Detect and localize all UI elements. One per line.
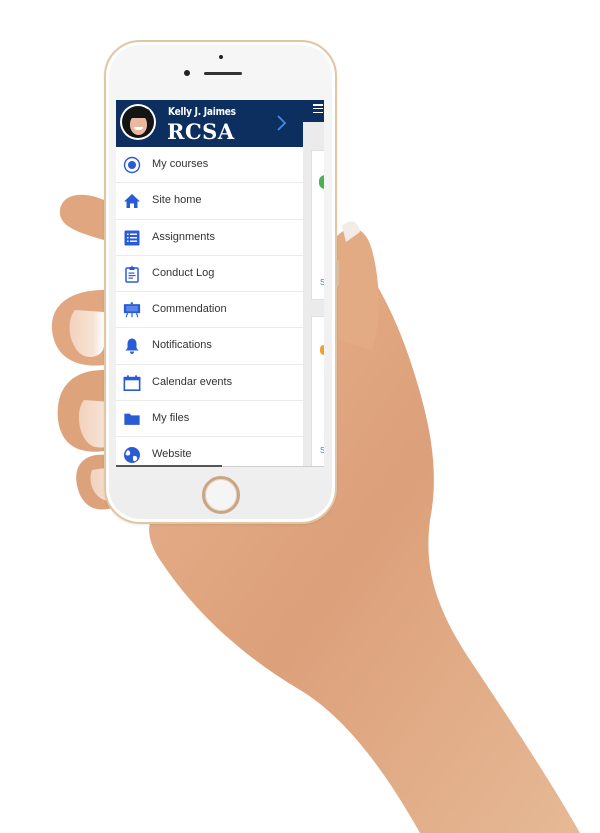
course-card-link[interactable]: S <box>320 446 324 455</box>
menu-item-label: My courses <box>152 158 209 170</box>
org-name: RCSA <box>167 119 235 144</box>
course-card-accent <box>319 175 324 189</box>
menu-item-label: Notifications <box>152 339 212 352</box>
navigation-drawer: Kelly J. Jaimes RCSA My courses Site hom… <box>116 100 303 467</box>
menu-item-commendation[interactable]: Commendation <box>116 292 303 329</box>
home-icon <box>123 192 141 210</box>
radio-target-icon <box>123 156 141 174</box>
folder-icon <box>123 410 141 428</box>
easel-icon <box>123 301 141 319</box>
menu-item-calendar-events[interactable]: Calendar events <box>116 364 303 402</box>
menu-item-label: Website <box>152 448 192 461</box>
background-course-card[interactable] <box>311 316 324 467</box>
course-card-link[interactable]: S <box>320 278 324 287</box>
calendar-icon <box>123 374 141 392</box>
list-icon <box>123 229 141 247</box>
menu-item-label: Commendation <box>152 303 227 316</box>
menu-item-my-files[interactable]: My files <box>116 401 303 438</box>
drawer-header[interactable]: Kelly J. Jaimes RCSA <box>116 100 303 147</box>
course-card-accent <box>320 345 324 355</box>
app-screen: S S Kelly J. Jaimes RCSA My courses Site… <box>116 100 324 467</box>
menu-item-site-home[interactable]: Site home <box>116 183 303 220</box>
front-camera <box>184 70 190 76</box>
side-button[interactable] <box>336 260 339 286</box>
clipboard-icon <box>123 265 141 283</box>
earpiece-speaker <box>204 72 242 75</box>
menu-item-label: Calendar events <box>152 375 233 388</box>
bell-icon <box>123 337 141 355</box>
menu-item-label: My files <box>152 412 190 425</box>
menu-item-website[interactable]: Website <box>116 437 303 467</box>
globe-icon <box>123 446 141 464</box>
user-name: Kelly J. Jaimes <box>168 106 236 118</box>
menu-item-label: Site home <box>152 194 202 207</box>
avatar[interactable] <box>120 104 156 140</box>
hamburger-icon[interactable] <box>313 104 323 114</box>
menu-item-notifications[interactable]: Notifications <box>116 328 303 365</box>
menu-item-conduct-log[interactable]: Conduct Log <box>116 255 303 293</box>
drawer-scroll-indicator[interactable] <box>116 465 222 467</box>
chevron-right-icon[interactable] <box>274 114 288 132</box>
proximity-sensor <box>219 55 223 59</box>
menu-item-label: Conduct Log <box>152 266 215 279</box>
home-button[interactable] <box>202 476 240 514</box>
menu-item-assignments[interactable]: Assignments <box>116 219 303 256</box>
drawer-menu: My courses Site home Assignments Conduct… <box>116 147 303 467</box>
menu-item-label: Assignments <box>152 230 215 243</box>
menu-item-my-courses[interactable]: My courses <box>116 147 303 184</box>
